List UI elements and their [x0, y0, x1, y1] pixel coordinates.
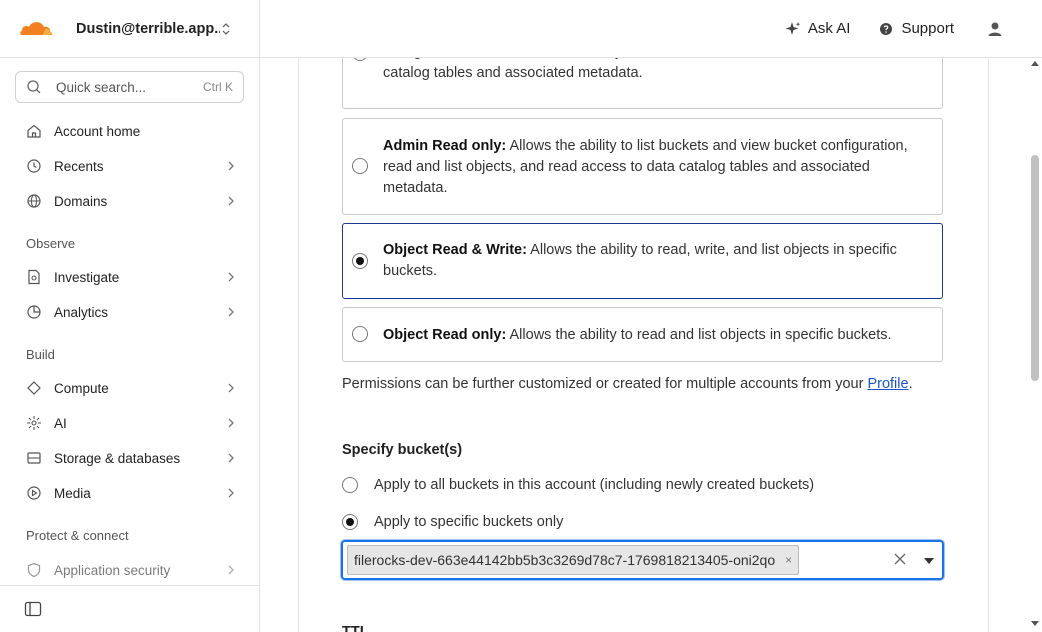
- sidebar-item-application-security[interactable]: Application security: [26, 558, 236, 582]
- permissions-note: Permissions can be further customized or…: [342, 376, 913, 392]
- sidebar-item-compute[interactable]: Compute: [26, 376, 236, 400]
- permission-radio[interactable]: [352, 158, 368, 174]
- sparkle-icon: [785, 21, 801, 35]
- sidebar-item-storage-databases[interactable]: Storage & databases: [26, 446, 236, 470]
- chevron-right-icon: [228, 565, 234, 575]
- scroll-down-icon[interactable]: [1031, 621, 1039, 626]
- search-shortcut: Ctrl K: [203, 80, 233, 94]
- permission-description: Object Read & Write: Allows the ability …: [383, 242, 897, 279]
- sidebar-item-recents[interactable]: Recents: [26, 154, 236, 178]
- permission-description: Admin Read only: Allows the ability to l…: [383, 138, 908, 196]
- permission-description: configuration, read, write, and list obj…: [383, 58, 871, 81]
- apply-all-label: Apply to all buckets in this account (in…: [374, 477, 815, 493]
- sidebar-item-label: Domains: [54, 193, 108, 209]
- sidebar-item-analytics[interactable]: Analytics: [26, 300, 236, 324]
- sidebar-item-label: Analytics: [54, 304, 109, 320]
- sidebar-collapse-icon[interactable]: [24, 601, 42, 617]
- help-icon: [880, 22, 893, 35]
- sidebar-item-account-home[interactable]: Account home: [26, 119, 236, 143]
- specify-buckets-heading: Specify bucket(s): [342, 442, 463, 458]
- sidebar: Dustin@terrible.app... Quick search... C…: [0, 0, 260, 632]
- bucket-multiselect[interactable]: filerocks-dev-663e44142bb5b3c3269d78c7-1…: [341, 540, 944, 580]
- bucket-chip: filerocks-dev-663e44142bb5b3c3269d78c7-1…: [347, 545, 800, 575]
- sidebar-item-label: Application security: [54, 562, 171, 578]
- history-icon: [27, 159, 41, 173]
- section-observe: Observe: [26, 236, 76, 251]
- chevron-right-icon: [228, 453, 234, 463]
- pie-chart-icon: [27, 305, 41, 319]
- permission-option-object-read-only[interactable]: Object Read only: Allows the ability to …: [342, 307, 943, 362]
- account-name: Dustin@terrible.app...: [76, 20, 220, 37]
- ttl-heading: TTL: [342, 624, 369, 632]
- storage-icon: [27, 452, 41, 464]
- globe-icon: [27, 194, 41, 208]
- search-icon: [27, 80, 41, 94]
- dropdown-arrow-icon[interactable]: [924, 558, 934, 564]
- ask-ai-button[interactable]: Ask AI: [785, 20, 851, 37]
- scrollbar-thumb[interactable]: [1031, 155, 1039, 381]
- diamond-icon: [27, 381, 41, 395]
- ask-ai-label: Ask AI: [807, 20, 851, 37]
- permission-radio-selected[interactable]: [352, 253, 368, 269]
- sparkle-network-icon: [27, 416, 41, 430]
- user-icon[interactable]: [987, 21, 1003, 37]
- apply-specific-radio[interactable]: [342, 514, 358, 530]
- profile-link[interactable]: Profile: [867, 376, 908, 392]
- sidebar-item-label: Compute: [54, 380, 109, 396]
- bucket-chip-label: filerocks-dev-663e44142bb5b3c3269d78c7-1…: [354, 552, 776, 568]
- sidebar-item-label: Storage & databases: [54, 450, 181, 466]
- chevron-right-icon: [228, 272, 234, 282]
- cloudflare-logo-icon: [20, 21, 53, 36]
- sidebar-item-label: Media: [54, 485, 91, 501]
- section-protect-connect: Protect & connect: [26, 528, 129, 543]
- page-scrollbar[interactable]: [1028, 58, 1042, 632]
- clear-icon[interactable]: [894, 553, 906, 565]
- permission-description: Object Read only: Allows the ability to …: [383, 327, 892, 343]
- main-content: configuration, read, write, and list obj…: [260, 58, 1042, 632]
- account-switcher[interactable]: Dustin@terrible.app...: [0, 0, 259, 58]
- section-build: Build: [26, 347, 55, 362]
- chevron-updown-icon: [222, 22, 230, 35]
- sidebar-item-media[interactable]: Media: [26, 481, 236, 505]
- chevron-right-icon: [228, 383, 234, 393]
- sidebar-item-investigate[interactable]: Investigate: [26, 265, 236, 289]
- document-search-icon: [28, 269, 40, 285]
- sidebar-item-label: Account home: [54, 123, 141, 139]
- sidebar-item-label: Investigate: [54, 269, 120, 285]
- chevron-right-icon: [228, 488, 234, 498]
- chevron-right-icon: [228, 307, 234, 317]
- scroll-up-icon[interactable]: [1031, 61, 1039, 66]
- home-icon: [27, 124, 41, 138]
- shield-icon: [27, 562, 41, 578]
- permission-radio[interactable]: [352, 58, 368, 61]
- apply-specific-buckets-option[interactable]: Apply to specific buckets only: [342, 512, 563, 532]
- search-placeholder: Quick search...: [56, 79, 147, 95]
- chevron-right-icon: [228, 418, 234, 428]
- permission-option-admin-read-write[interactable]: configuration, read, write, and list obj…: [342, 58, 943, 109]
- apply-all-radio[interactable]: [342, 477, 358, 493]
- chevron-right-icon: [228, 161, 234, 171]
- support-button[interactable]: Support: [878, 20, 954, 37]
- support-label: Support: [901, 20, 954, 37]
- quick-search-input[interactable]: Quick search... Ctrl K: [15, 71, 244, 103]
- sidebar-item-label: AI: [54, 415, 67, 431]
- form-panel: configuration, read, write, and list obj…: [298, 58, 989, 632]
- chevron-right-icon: [228, 196, 234, 206]
- permission-option-object-read-write[interactable]: Object Read & Write: Allows the ability …: [342, 223, 943, 299]
- top-header: Ask AI Support: [260, 0, 1042, 58]
- sidebar-item-ai[interactable]: AI: [26, 411, 236, 435]
- apply-all-buckets-option[interactable]: Apply to all buckets in this account (in…: [342, 475, 814, 495]
- apply-specific-label: Apply to specific buckets only: [374, 514, 564, 530]
- play-circle-icon: [27, 486, 41, 500]
- sidebar-item-domains[interactable]: Domains: [26, 189, 236, 213]
- sidebar-item-label: Recents: [54, 158, 104, 174]
- chip-remove-icon[interactable]: ×: [785, 553, 792, 567]
- permission-radio[interactable]: [352, 326, 368, 342]
- permission-option-admin-read-only[interactable]: Admin Read only: Allows the ability to l…: [342, 118, 943, 215]
